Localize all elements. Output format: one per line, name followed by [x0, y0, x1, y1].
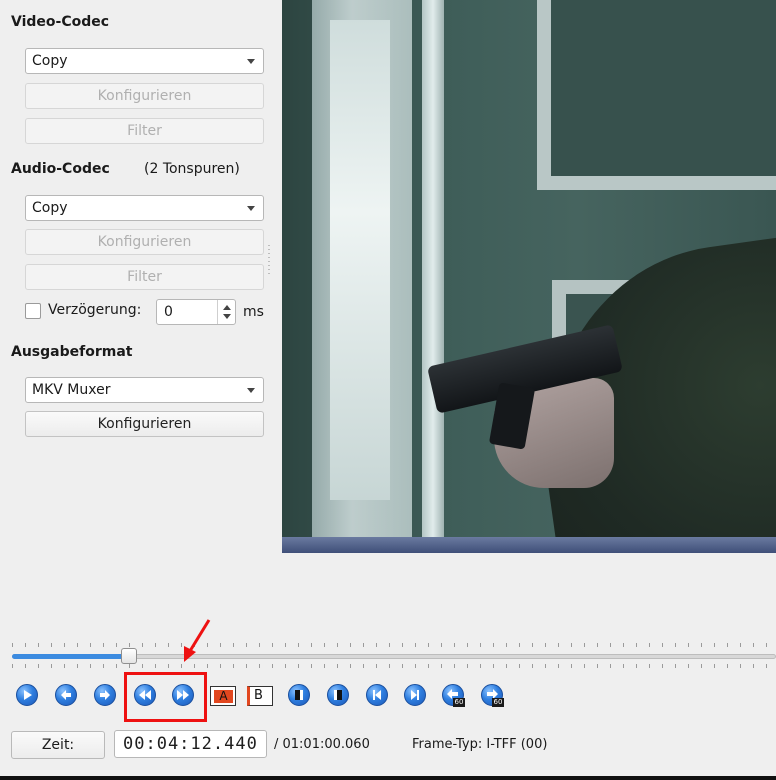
- badge-60: 60: [492, 698, 504, 707]
- badge-60: 60: [453, 698, 465, 707]
- video-door-edge: [422, 0, 444, 553]
- window-bottom-border: [0, 776, 776, 780]
- forward-60s-icon[interactable]: 60: [481, 684, 504, 707]
- audio-codec-select[interactable]: Copy: [25, 195, 264, 221]
- delay-value: 0: [164, 304, 173, 320]
- output-format-title: Ausgabeformat: [11, 344, 133, 360]
- annotation-highlight-box: [124, 672, 207, 722]
- total-time: / 01:01:00.060: [274, 737, 370, 752]
- time-button[interactable]: Zeit:: [11, 731, 105, 759]
- set-marker-a-icon[interactable]: A: [210, 686, 236, 706]
- video-codec-value: Copy: [32, 53, 68, 69]
- go-to-end-icon[interactable]: [404, 684, 426, 706]
- delay-checkbox[interactable]: [25, 303, 41, 319]
- delay-label: Verzögerung:: [48, 302, 142, 318]
- spin-up-icon[interactable]: [223, 305, 231, 310]
- panel-splitter-handle[interactable]: [268, 245, 270, 275]
- chevron-down-icon: [247, 388, 255, 393]
- audio-filter-button[interactable]: Filter: [25, 264, 264, 290]
- set-marker-b-icon[interactable]: B: [247, 686, 273, 706]
- video-configure-button[interactable]: Konfigurieren: [25, 83, 264, 109]
- video-window-glass: [330, 20, 390, 500]
- audio-tracks-note: (2 Tonspuren): [144, 161, 240, 177]
- position-slider-handle[interactable]: [120, 648, 137, 664]
- marker-b-label: B: [254, 688, 263, 703]
- audio-configure-button[interactable]: Konfigurieren: [25, 229, 264, 255]
- video-wall-panel-top: [537, 0, 776, 190]
- output-format-value: MKV Muxer: [32, 382, 111, 398]
- go-to-start-icon[interactable]: [366, 684, 388, 706]
- chevron-down-icon: [247, 206, 255, 211]
- play-icon[interactable]: [16, 684, 38, 706]
- video-codec-select[interactable]: Copy: [25, 48, 264, 74]
- audio-codec-title: Audio-Codec: [11, 161, 110, 177]
- current-time-field[interactable]: 00:04:12.440: [114, 730, 267, 758]
- slider-ticks-top: [12, 643, 776, 647]
- slider-ticks-bottom: [12, 664, 776, 668]
- video-bottom-strip: [282, 537, 776, 553]
- spin-down-icon[interactable]: [223, 314, 231, 319]
- previous-frame-icon[interactable]: [55, 684, 77, 706]
- audio-codec-value: Copy: [32, 200, 68, 216]
- settings-panel: Video-Codec Copy Konfigurieren Filter Au…: [0, 0, 282, 560]
- chevron-down-icon: [247, 59, 255, 64]
- position-slider-fill: [12, 654, 129, 659]
- delay-unit: ms: [243, 304, 264, 320]
- video-codec-title: Video-Codec: [11, 14, 110, 30]
- marker-a-label: A: [214, 690, 233, 703]
- video-filter-button[interactable]: Filter: [25, 118, 264, 144]
- annotation-arrow-icon: [184, 619, 211, 662]
- frame-type: Frame-Typ: I-TFF (00): [412, 737, 548, 752]
- video-preview: [282, 0, 776, 553]
- delay-spinbox[interactable]: 0: [156, 299, 236, 325]
- output-configure-button[interactable]: Konfigurieren: [25, 411, 264, 437]
- back-60s-icon[interactable]: 60: [442, 684, 465, 707]
- output-format-select[interactable]: MKV Muxer: [25, 377, 264, 403]
- next-black-frame-icon[interactable]: [327, 684, 349, 706]
- next-frame-icon[interactable]: [94, 684, 116, 706]
- previous-black-frame-icon[interactable]: [288, 684, 310, 706]
- spin-buttons[interactable]: [217, 300, 235, 324]
